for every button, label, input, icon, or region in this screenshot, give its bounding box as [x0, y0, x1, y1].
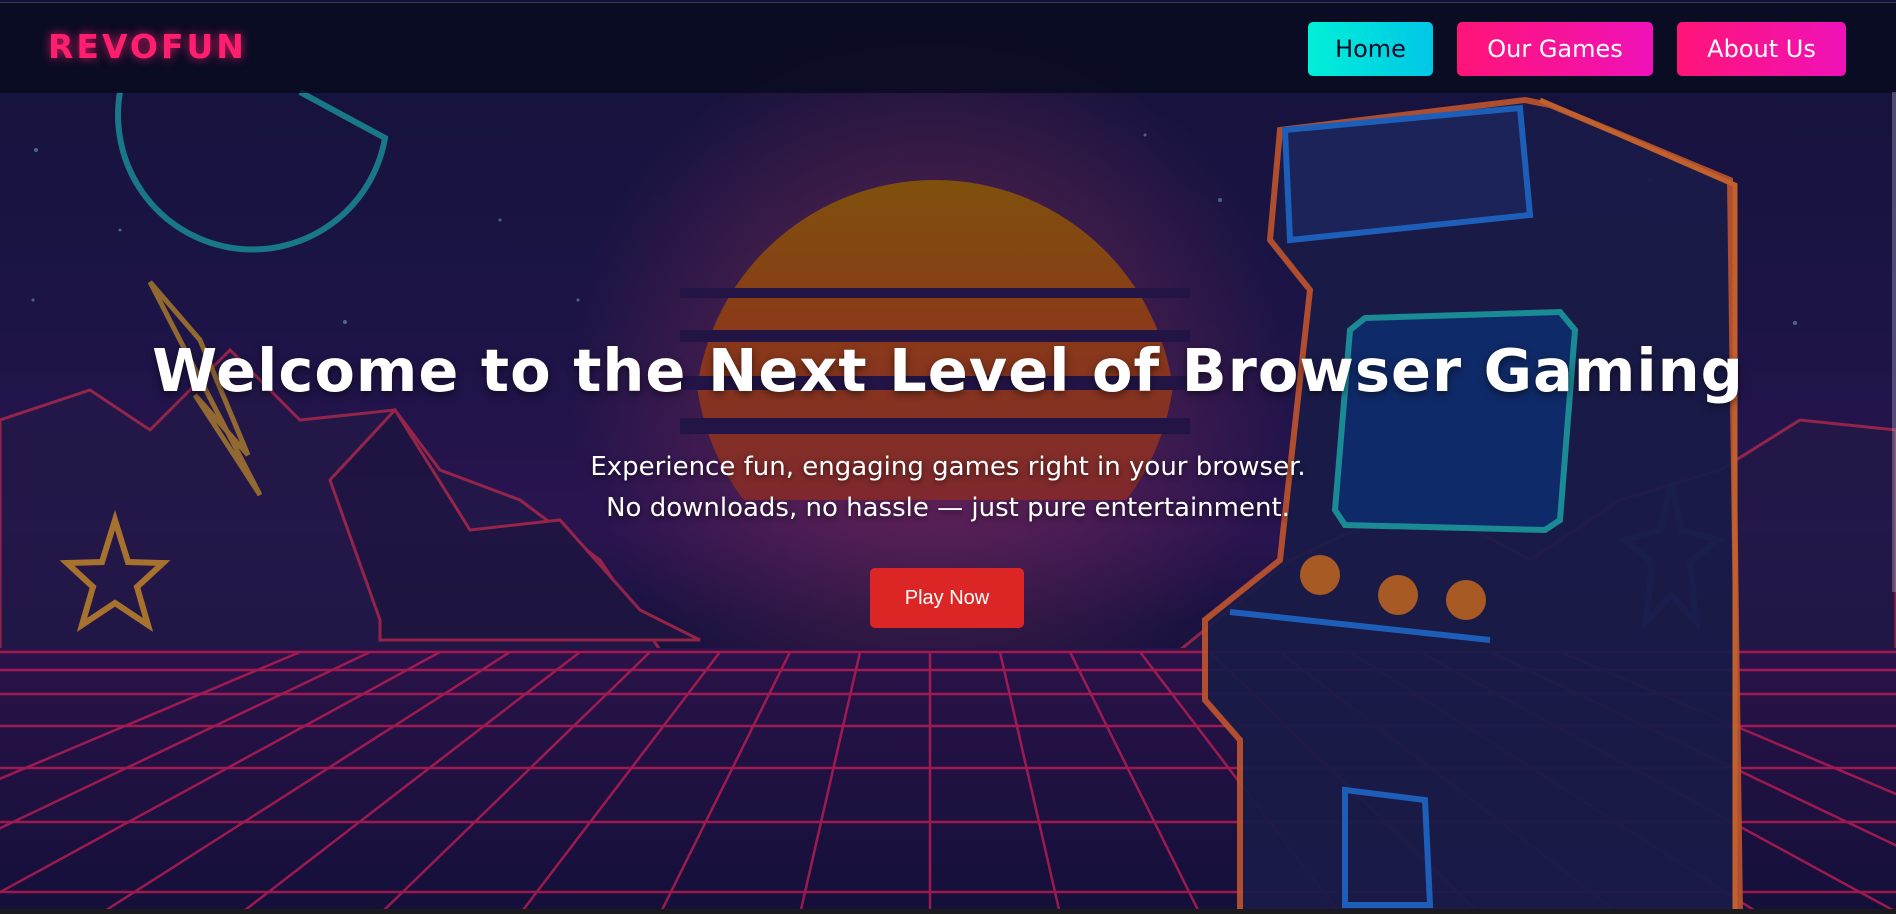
nav-about-us-button[interactable]: About Us [1677, 22, 1846, 76]
nav-our-games-button[interactable]: Our Games [1457, 22, 1653, 76]
bottom-edge [0, 909, 1896, 914]
brand-logo[interactable]: REVOFUN [48, 27, 247, 66]
top-navbar: REVOFUN Home Our Games About Us [0, 2, 1896, 93]
nav-home-button[interactable]: Home [1308, 22, 1433, 76]
landing-page: REVOFUN Home Our Games About Us Welcome … [0, 0, 1896, 914]
hero-subtitle-line1: Experience fun, engaging games right in … [590, 452, 1306, 482]
hero-subtitle-line2: No downloads, no hassle — just pure ente… [606, 493, 1290, 523]
scrollbar[interactable] [1892, 92, 1896, 592]
pac-man-shape [115, 89, 389, 253]
play-now-button[interactable]: Play Now [870, 568, 1024, 628]
hero-title: Welcome to the Next Level of Browser Gam… [152, 336, 1744, 405]
